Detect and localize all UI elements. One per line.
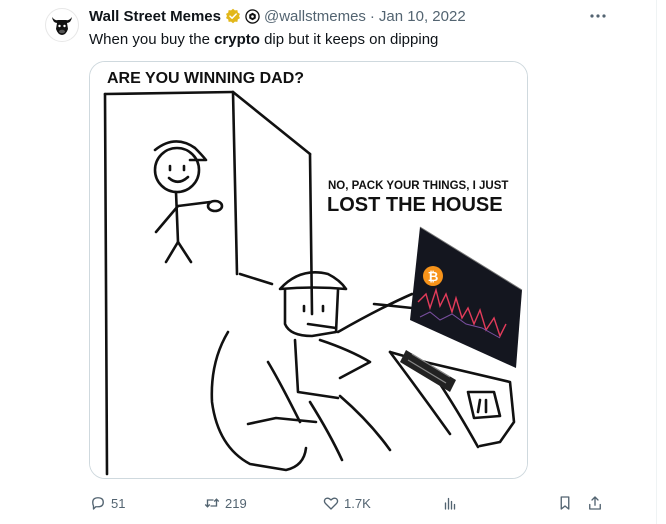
retweet-count: 219 xyxy=(225,495,247,511)
bookmark-icon xyxy=(560,496,570,510)
author-avatar[interactable] xyxy=(45,8,79,42)
affiliate-logo-icon[interactable] xyxy=(245,8,260,24)
more-dots-icon xyxy=(590,14,606,18)
share-icon xyxy=(589,496,601,510)
bull-logo-icon xyxy=(52,17,72,35)
bitcoin-icon: ₿ xyxy=(428,270,439,285)
meme-image[interactable]: ARE YOU WINNING DAD? ₿ NO, PACK YOUR THI… xyxy=(89,61,528,479)
author-name[interactable]: Wall Street Memes xyxy=(89,8,221,25)
author-handle[interactable]: @wallstmemes xyxy=(264,8,366,25)
column-divider xyxy=(656,0,657,524)
tweet-text-start: When you buy the xyxy=(89,31,215,48)
tweet-text-bold: crypto xyxy=(214,31,260,48)
retweet-button[interactable]: 219 xyxy=(203,492,247,514)
bookmark-button[interactable] xyxy=(556,492,574,514)
tweet-date[interactable]: Jan 10, 2022 xyxy=(379,8,466,25)
tweet-header: Wall Street Memes @wallstmemes · Jan 10,… xyxy=(89,6,466,26)
meme-top-caption: ARE YOU WINNING DAD? xyxy=(107,70,304,87)
reply-button[interactable]: 51 xyxy=(89,492,125,514)
tweet-text-end: dip but it keeps on dipping xyxy=(259,31,439,48)
meme-answer-small: NO, PACK YOUR THINGS, I JUST xyxy=(328,180,508,192)
reply-icon xyxy=(92,497,104,510)
reply-count: 51 xyxy=(111,495,126,511)
views-chart-icon xyxy=(444,497,456,510)
heart-icon xyxy=(323,497,339,510)
verified-badge-icon[interactable] xyxy=(225,8,241,24)
share-button[interactable] xyxy=(586,492,604,514)
tweet-text: When you buy the crypto dip but it keeps… xyxy=(89,30,438,50)
separator-dot: · xyxy=(369,7,375,25)
retweet-icon xyxy=(204,498,220,508)
meme-answer-large: LOST THE HOUSE xyxy=(327,194,503,216)
views-button[interactable] xyxy=(441,492,459,514)
like-count: 1.7K xyxy=(344,495,371,511)
tweet-actions: 51 219 1.7K xyxy=(89,492,609,514)
more-options-button[interactable] xyxy=(588,6,608,26)
meme-drawing: ARE YOU WINNING DAD? ₿ NO, PACK YOUR THI… xyxy=(90,62,527,478)
like-button[interactable]: 1.7K xyxy=(322,492,371,514)
